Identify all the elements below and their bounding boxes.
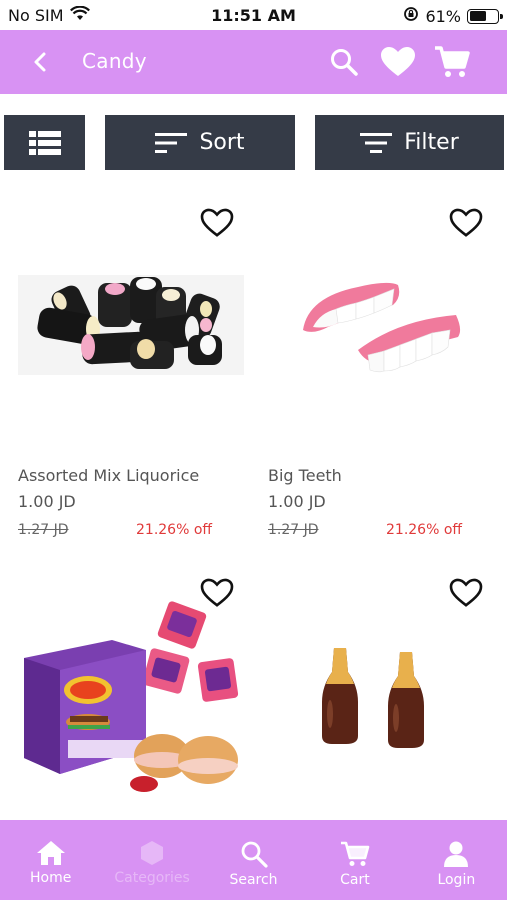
nav-search-label: Search — [229, 872, 278, 888]
battery-icon — [467, 8, 503, 24]
filter-label: Filter — [404, 130, 459, 155]
liquorice-image — [18, 275, 244, 375]
product-card[interactable] — [18, 570, 258, 820]
discount-label: 21.26% off — [386, 522, 463, 538]
product-image — [18, 275, 244, 375]
nav-cart-label: Cart — [340, 872, 370, 888]
home-icon — [36, 841, 65, 865]
product-card[interactable] — [268, 570, 507, 820]
back-button[interactable] — [24, 46, 56, 78]
product-image — [22, 598, 244, 796]
product-price: 1.00 JD — [268, 492, 326, 511]
search-icon — [331, 49, 358, 76]
cart-icon — [340, 841, 370, 866]
filter-button[interactable]: Filter — [315, 115, 504, 170]
product-old-price: 1.27 JD — [18, 522, 69, 538]
cart-button[interactable] — [432, 42, 472, 82]
nav-cart[interactable]: Cart — [304, 820, 405, 900]
listing-toolbar: Sort Filter — [0, 115, 507, 170]
nav-categories-label: Categories — [114, 870, 190, 886]
favorites-button[interactable] — [378, 42, 418, 82]
heart-outline-icon — [200, 208, 234, 237]
cart-icon — [435, 46, 470, 77]
nav-login[interactable]: Login — [406, 820, 507, 900]
page-title: Candy — [82, 49, 147, 73]
filter-icon — [360, 132, 393, 153]
product-name: Big Teeth — [268, 466, 342, 485]
product-card[interactable]: Big Teeth 1.00 JD 1.27 JD 21.26% off — [268, 200, 507, 545]
list-view-icon — [28, 130, 61, 155]
favorite-toggle[interactable] — [197, 203, 237, 243]
categories-icon — [141, 841, 164, 865]
product-image — [316, 644, 436, 754]
nav-login-label: Login — [437, 872, 476, 888]
chevron-left-icon — [34, 52, 46, 72]
product-image — [298, 275, 463, 385]
status-right: 61% — [403, 6, 503, 26]
sort-button[interactable]: Sort — [105, 115, 295, 170]
nav-home[interactable]: Home — [0, 820, 101, 900]
product-card[interactable]: Assorted Mix Liquorice 1.00 JD 1.27 JD 2… — [18, 200, 258, 545]
heart-outline-icon — [449, 208, 483, 237]
search-button[interactable] — [324, 42, 364, 82]
list-view-button[interactable] — [4, 115, 85, 170]
app-header: Candy — [0, 30, 507, 94]
bottom-navigation: Home Categories Search Cart Login — [0, 820, 507, 900]
sort-label: Sort — [199, 130, 245, 155]
favorite-toggle[interactable] — [446, 203, 486, 243]
status-bar: No SIM 11:51 AM 61% — [0, 0, 507, 30]
big-teeth-image — [303, 282, 461, 373]
battery-percent: 61% — [425, 6, 461, 26]
nav-home-label: Home — [30, 870, 72, 886]
nav-categories[interactable]: Categories — [101, 820, 202, 900]
product-name: Assorted Mix Liquorice — [18, 466, 200, 485]
rotation-lock-icon — [403, 6, 419, 26]
heart-icon — [381, 47, 415, 76]
user-icon — [444, 841, 469, 867]
discount-label: 21.26% off — [136, 522, 213, 538]
cola-bottles-image — [322, 648, 424, 748]
battery-fill — [469, 11, 486, 21]
product-old-price: 1.27 JD — [268, 522, 319, 538]
heart-outline-icon — [449, 578, 483, 607]
product-price: 1.00 JD — [18, 492, 76, 511]
search-icon — [241, 841, 268, 868]
burger-gum-image — [24, 601, 239, 792]
sort-icon — [155, 132, 188, 153]
favorite-toggle[interactable] — [446, 573, 486, 613]
nav-search[interactable]: Search — [203, 820, 304, 900]
